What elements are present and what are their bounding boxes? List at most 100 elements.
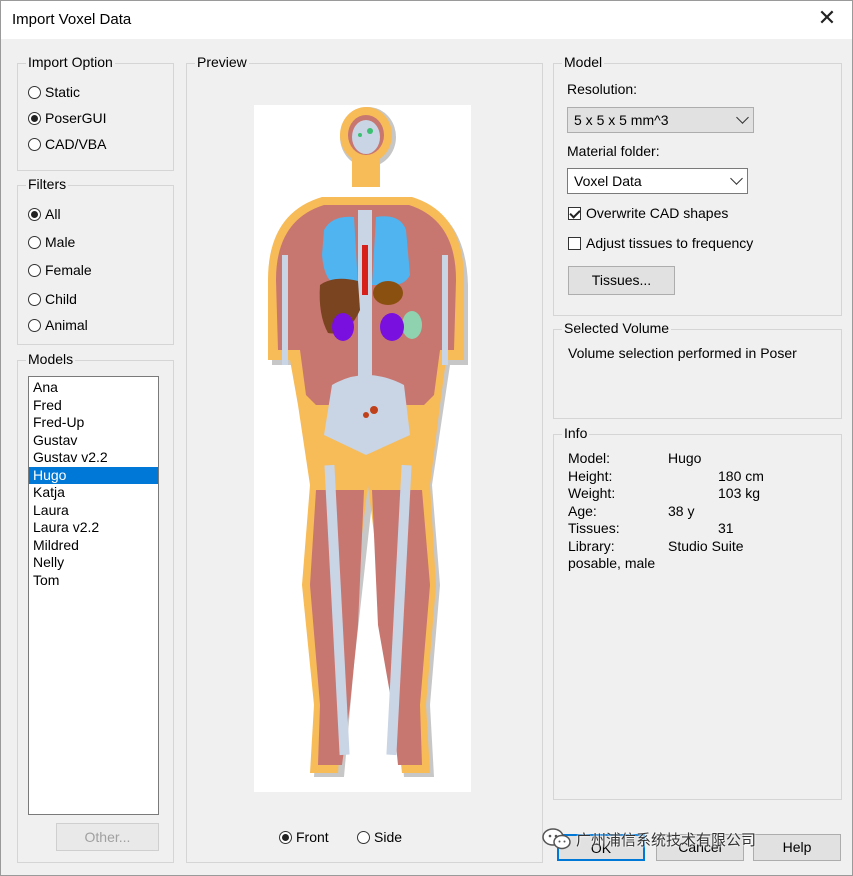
- info-group: Info Model: Hugo Height: 180 cm Weight: …: [553, 425, 842, 800]
- filter-male-label: Male: [45, 234, 76, 250]
- info-key: Weight:: [568, 485, 616, 501]
- list-item-selected[interactable]: Hugo: [29, 466, 158, 484]
- info-key: Model:: [568, 450, 611, 466]
- info-label: Info: [562, 425, 590, 441]
- adjust-tissues-checkbox[interactable]: [568, 236, 581, 250]
- adjust-tissues-checkbox-row[interactable]: Adjust tissues to frequency: [568, 235, 753, 251]
- filters-label: Filters: [26, 176, 69, 192]
- chevron-down-icon[interactable]: [736, 111, 749, 124]
- overwrite-cad-checkbox-row[interactable]: Overwrite CAD shapes: [568, 205, 728, 221]
- filter-animal-circle[interactable]: [28, 318, 41, 332]
- wechat-icon: [542, 828, 571, 850]
- filter-child-circle[interactable]: [28, 292, 41, 306]
- filter-all-label: All: [45, 206, 61, 222]
- view-front[interactable]: Front: [279, 827, 329, 847]
- material-folder-select[interactable]: Voxel Data: [567, 168, 748, 194]
- voxel-body-figure: [268, 107, 468, 777]
- model-group: Model Resolution: 5 x 5 x 5 mm^3 Materia…: [553, 54, 842, 316]
- selected-volume-group: Selected Volume Volume selection perform…: [553, 320, 842, 419]
- info-row-library: Library: Studio Suite: [568, 538, 828, 556]
- info-value: Hugo: [668, 450, 702, 466]
- other-button[interactable]: Other...: [56, 823, 159, 851]
- models-label: Models: [26, 351, 76, 367]
- radio-cadvba-label: CAD/VBA: [45, 136, 107, 152]
- selected-volume-text: Volume selection performed in Poser: [568, 345, 797, 361]
- view-front-label: Front: [296, 829, 329, 845]
- info-row-weight: Weight: 103 kg: [568, 485, 828, 503]
- preview-label: Preview: [195, 54, 249, 70]
- info-value: 38 y: [668, 502, 695, 519]
- filter-female[interactable]: Female: [28, 260, 92, 280]
- info-key: Library:: [568, 537, 615, 554]
- filter-female-circle[interactable]: [28, 263, 41, 277]
- watermark-text: 广州浦信系统技术有限公司: [576, 831, 757, 849]
- list-item[interactable]: Fred-Up: [29, 414, 158, 432]
- view-front-circle[interactable]: [279, 830, 292, 844]
- adjust-tissues-label: Adjust tissues to frequency: [586, 235, 754, 251]
- chevron-down-icon[interactable]: [730, 172, 743, 185]
- list-item[interactable]: Tom: [29, 572, 158, 590]
- voxel-preview-image: [254, 105, 471, 792]
- filter-male-circle[interactable]: [28, 235, 41, 249]
- import-option-group: Import Option Static PoserGUI CAD/VBA: [17, 54, 174, 171]
- radio-cadvba[interactable]: CAD/VBA: [28, 134, 106, 154]
- filter-all[interactable]: All: [28, 204, 61, 224]
- info-extra: posable, male: [568, 555, 828, 573]
- close-icon[interactable]: ✕: [816, 7, 838, 29]
- models-listbox[interactable]: Ana Fred Fred-Up Gustav Gustav v2.2 Hugo…: [28, 376, 159, 815]
- info-row-tissues: Tissues: 31: [568, 520, 828, 538]
- filter-child[interactable]: Child: [28, 289, 77, 309]
- window-title: Import Voxel Data: [12, 11, 132, 28]
- view-side[interactable]: Side: [357, 827, 402, 847]
- material-folder-value: Voxel Data: [574, 173, 642, 189]
- filter-female-label: Female: [45, 262, 92, 278]
- overwrite-cad-label: Overwrite CAD shapes: [586, 205, 729, 221]
- filter-all-circle[interactable]: [28, 207, 41, 221]
- filters-group: Filters All Male Female Child Animal: [17, 176, 174, 345]
- tissues-button[interactable]: Tissues...: [568, 266, 675, 295]
- list-item[interactable]: Laura v2.2: [29, 519, 158, 537]
- info-value: Studio Suite: [668, 537, 744, 554]
- radio-static-label: Static: [45, 84, 81, 100]
- model-label: Model: [562, 54, 605, 70]
- filter-animal[interactable]: Animal: [28, 315, 88, 335]
- list-item[interactable]: Mildred: [29, 537, 158, 555]
- filter-male[interactable]: Male: [28, 232, 75, 252]
- material-folder-label: Material folder:: [567, 143, 660, 159]
- resolution-select[interactable]: 5 x 5 x 5 mm^3: [567, 107, 754, 133]
- models-group: Models Ana Fred Fred-Up Gustav Gustav v2…: [17, 351, 174, 863]
- list-item[interactable]: Nelly: [29, 554, 158, 572]
- resolution-value: 5 x 5 x 5 mm^3: [574, 112, 669, 128]
- list-item[interactable]: Gustav v2.2: [29, 449, 158, 467]
- import-option-label: Import Option: [26, 54, 115, 70]
- radio-static[interactable]: Static: [28, 82, 80, 102]
- list-item[interactable]: Ana: [29, 379, 158, 397]
- info-extra-text: posable, male: [568, 555, 656, 571]
- radio-posergui-circle[interactable]: [28, 111, 41, 125]
- help-button[interactable]: Help: [753, 834, 841, 861]
- info-row-model: Model: Hugo: [568, 450, 828, 468]
- filter-animal-label: Animal: [45, 317, 88, 333]
- resolution-label: Resolution:: [567, 81, 638, 97]
- list-item[interactable]: Katja: [29, 484, 158, 502]
- radio-posergui[interactable]: PoserGUI: [28, 108, 106, 128]
- watermark: 广州浦信系统技术有限公司: [542, 827, 756, 851]
- import-voxel-dialog: Import Voxel Data ✕ Import Option Static…: [0, 0, 853, 876]
- title-bar: Import Voxel Data ✕: [1, 1, 852, 39]
- radio-posergui-label: PoserGUI: [45, 110, 107, 126]
- list-item[interactable]: Fred: [29, 397, 158, 415]
- list-item[interactable]: Gustav: [29, 432, 158, 450]
- info-key: Height:: [568, 467, 613, 484]
- info-value: 31: [718, 520, 734, 536]
- info-key: Tissues:: [568, 520, 620, 536]
- info-key: Age:: [568, 502, 597, 519]
- radio-cadvba-circle[interactable]: [28, 137, 41, 151]
- filter-child-label: Child: [45, 291, 77, 307]
- overwrite-cad-checkbox[interactable]: [568, 206, 581, 220]
- view-side-circle[interactable]: [357, 830, 370, 844]
- info-value: 180 cm: [718, 467, 764, 484]
- info-row-height: Height: 180 cm: [568, 468, 828, 486]
- list-item[interactable]: Laura: [29, 502, 158, 520]
- radio-static-circle[interactable]: [28, 85, 41, 99]
- selected-volume-label: Selected Volume: [562, 320, 672, 336]
